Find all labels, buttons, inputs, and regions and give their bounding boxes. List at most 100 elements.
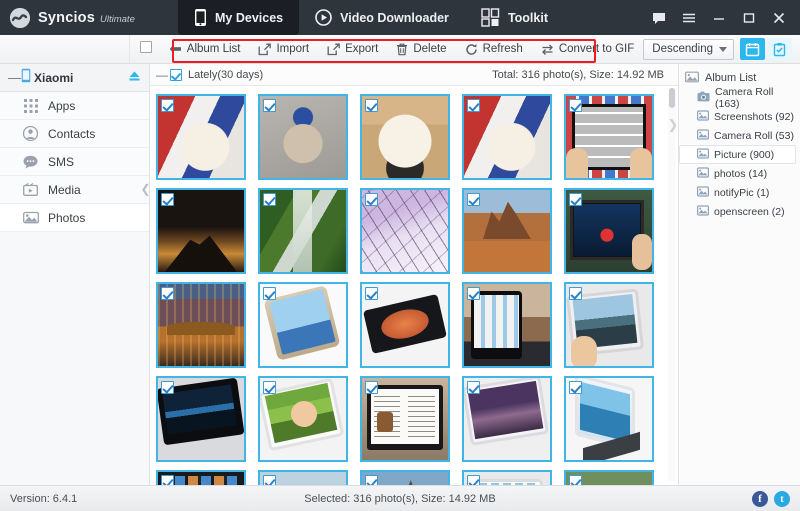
delete-button[interactable]: Delete xyxy=(387,38,455,61)
photo-checkbox[interactable] xyxy=(365,381,378,394)
photo-ipad-stand[interactable] xyxy=(564,376,654,462)
tab-video-downloader[interactable]: Video Downloader xyxy=(299,0,465,35)
back-arrow-icon xyxy=(169,43,182,55)
photo-cat-flag-2[interactable] xyxy=(462,94,552,180)
photo-cat-flag[interactable] xyxy=(156,94,246,180)
sidebar-item-sms[interactable]: SMS xyxy=(0,148,149,176)
calendar-view-button[interactable] xyxy=(740,38,765,60)
content-scrollbar[interactable] xyxy=(668,88,676,481)
refresh-button[interactable]: Refresh xyxy=(456,38,532,61)
maximize-icon[interactable] xyxy=(734,0,764,35)
photo-canal-night[interactable] xyxy=(156,282,246,368)
album-label: Picture (900) xyxy=(714,148,775,161)
photo-ipad-girl[interactable] xyxy=(258,376,348,462)
sidebar-item-media[interactable]: Media xyxy=(0,176,149,204)
album-item-camera-roll-163[interactable]: Camera Roll (163) xyxy=(679,86,800,110)
photo-pug-costume[interactable] xyxy=(258,94,348,180)
photo-ipad-ebook[interactable] xyxy=(360,376,450,462)
picture-icon xyxy=(697,204,710,219)
photo-tablet-grid[interactable] xyxy=(564,94,654,180)
album-list-button[interactable]: Album List xyxy=(160,38,250,61)
select-all-checkbox[interactable] xyxy=(139,40,152,58)
photo-waterfall-moss[interactable] xyxy=(258,188,348,274)
import-button[interactable]: Import xyxy=(249,38,318,61)
brand-edition: Ultimate xyxy=(100,14,135,25)
photo-checkbox[interactable] xyxy=(569,193,582,206)
grid-row xyxy=(156,470,678,485)
album-item-notifypic-1[interactable]: notifyPic (1) xyxy=(679,183,800,202)
tab-label: My Devices xyxy=(215,10,284,25)
photo-ipad-box[interactable] xyxy=(360,282,450,368)
photo-tablet-media[interactable] xyxy=(156,470,246,485)
refresh-icon xyxy=(465,43,477,55)
photo-man-ipad[interactable] xyxy=(462,282,552,368)
photo-checkbox[interactable] xyxy=(263,287,276,300)
photo-checkbox[interactable] xyxy=(161,475,174,485)
photo-tablet-dark[interactable] xyxy=(156,376,246,462)
photo-winter-branches[interactable] xyxy=(360,188,450,274)
sort-order-select[interactable]: Descending xyxy=(643,38,734,60)
photo-hand-ipad-scene[interactable] xyxy=(564,282,654,368)
photo-tablet-game[interactable] xyxy=(564,188,654,274)
photo-village-street[interactable] xyxy=(564,470,654,485)
grid-row xyxy=(156,188,678,274)
right-panel-collapse-arrow-icon[interactable]: ❯ xyxy=(668,110,678,140)
photo-checkbox[interactable] xyxy=(467,475,480,485)
photo-checkbox[interactable] xyxy=(263,475,276,485)
feedback-icon[interactable] xyxy=(644,0,674,35)
photo-cat-closeup[interactable] xyxy=(360,94,450,180)
sidebar-item-contacts[interactable]: Contacts xyxy=(0,120,149,148)
album-item-picture-900[interactable]: Picture (900) xyxy=(679,145,800,164)
photo-checkbox[interactable] xyxy=(365,193,378,206)
photo-checkbox[interactable] xyxy=(569,99,582,112)
photo-checkbox[interactable] xyxy=(467,287,480,300)
tab-my-devices[interactable]: My Devices xyxy=(178,0,300,35)
photo-checkbox[interactable] xyxy=(263,99,276,112)
convert-to-gif-button[interactable]: Convert to GIF xyxy=(532,38,643,61)
sidebar-item-apps[interactable]: Apps xyxy=(0,92,149,120)
album-item-screenshots-92[interactable]: Screenshots (92) xyxy=(679,107,800,126)
photo-checkbox[interactable] xyxy=(365,287,378,300)
album-item-openscreen-2[interactable]: openscreen (2) xyxy=(679,202,800,221)
photo-checkbox[interactable] xyxy=(569,287,582,300)
group-select-checkbox[interactable] xyxy=(170,68,182,81)
checklist-view-button[interactable] xyxy=(767,38,792,60)
photo-checkbox[interactable] xyxy=(569,475,582,485)
photo-checkbox[interactable] xyxy=(161,287,174,300)
album-item-photos-14[interactable]: photos (14) xyxy=(679,164,800,183)
photo-volcano-dusk[interactable] xyxy=(156,188,246,274)
eject-icon[interactable] xyxy=(128,69,141,87)
photo-checkbox[interactable] xyxy=(161,381,174,394)
sidebar: — Xiaomi Apps Contacts SMS Media Photos … xyxy=(0,64,151,485)
photo-city-sunset[interactable] xyxy=(360,470,450,485)
sidebar-item-photos[interactable]: Photos xyxy=(0,204,149,232)
minimize-icon[interactable] xyxy=(704,0,734,35)
tab-toolkit[interactable]: Toolkit xyxy=(465,0,564,35)
photo-checkbox[interactable] xyxy=(365,475,378,485)
photo-checkbox[interactable] xyxy=(467,193,480,206)
photo-ipad-air-gold[interactable] xyxy=(258,282,348,368)
photo-checkbox[interactable] xyxy=(365,99,378,112)
photo-checkbox[interactable] xyxy=(467,99,480,112)
photo-checkbox[interactable] xyxy=(161,99,174,112)
photo-ipad-white[interactable] xyxy=(462,470,552,485)
close-icon[interactable] xyxy=(764,0,794,35)
menu-icon[interactable] xyxy=(674,0,704,35)
photo-ipad-purple[interactable] xyxy=(462,376,552,462)
scrollbar-thumb[interactable] xyxy=(669,88,675,108)
album-item-camera-roll-53[interactable]: Camera Roll (53) xyxy=(679,126,800,145)
export-button[interactable]: Export xyxy=(318,38,387,61)
photo-checkbox[interactable] xyxy=(263,381,276,394)
group-collapse-icon[interactable]: — xyxy=(156,68,170,82)
photo-checkbox[interactable] xyxy=(569,381,582,394)
collapse-icon[interactable]: — xyxy=(8,70,21,85)
photo-tablet-cables[interactable] xyxy=(258,470,348,485)
photo-checkbox[interactable] xyxy=(467,381,480,394)
export-icon xyxy=(327,43,340,55)
photo-desert-rock[interactable] xyxy=(462,188,552,274)
sidebar-collapse-arrow-icon[interactable]: ❮ xyxy=(140,176,150,202)
device-header[interactable]: — Xiaomi xyxy=(0,64,149,92)
photo-checkbox[interactable] xyxy=(161,193,174,206)
contacts-icon xyxy=(22,126,39,141)
photo-checkbox[interactable] xyxy=(263,193,276,206)
